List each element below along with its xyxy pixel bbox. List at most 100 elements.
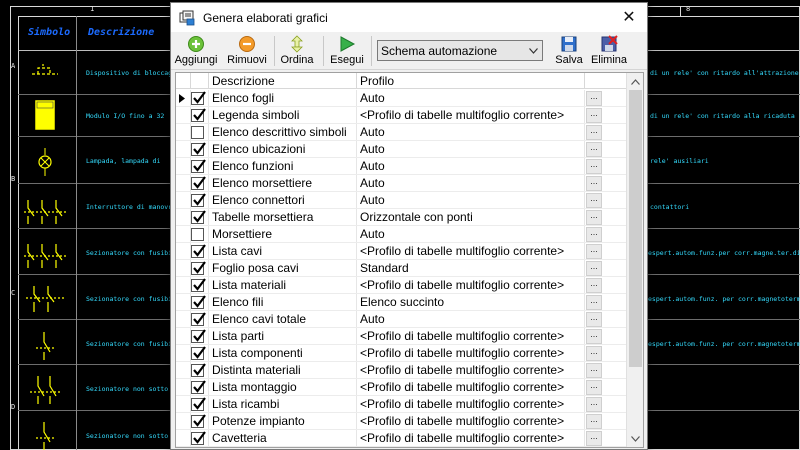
table-row[interactable]: Potenze impianto <Profilo di tabelle mult…	[176, 413, 631, 430]
schema-select[interactable]: Schema automazione	[377, 40, 543, 61]
scrollbar-thumb[interactable]	[629, 90, 642, 367]
profile-browse-button[interactable]: ...	[586, 142, 602, 157]
save-button[interactable]: Salva	[553, 35, 585, 68]
table-row[interactable]: Legenda simboli <Profilo di tabelle multi…	[176, 107, 631, 124]
add-button[interactable]: Aggiungi	[175, 35, 217, 68]
scroll-down-icon[interactable]	[627, 430, 643, 447]
column-header-description[interactable]: Descrizione	[212, 74, 275, 88]
table-row[interactable]: Lista montaggio <Profilo di tabelle multi…	[176, 379, 631, 396]
row-checkbox[interactable]	[191, 261, 206, 275]
profile-browse-button[interactable]: ...	[586, 91, 602, 106]
table-row[interactable]: Elenco descrittivo simboli Auto...	[176, 124, 631, 141]
profile-browse-button[interactable]: ...	[586, 346, 602, 361]
profile-browse-button[interactable]: ...	[586, 193, 602, 208]
row-checkbox[interactable]	[191, 142, 206, 156]
table-row[interactable]: Cavetteria <Profilo di tabelle multifogli…	[176, 430, 631, 447]
row-checkbox[interactable]	[191, 346, 206, 360]
row-profile[interactable]: Auto	[360, 176, 385, 190]
row-checkbox[interactable]	[191, 278, 206, 292]
table-row[interactable]: Elenco morsettiere Auto...	[176, 175, 631, 192]
row-checkbox[interactable]	[191, 210, 206, 224]
profile-browse-button[interactable]: ...	[586, 431, 602, 446]
profile-browse-button[interactable]: ...	[586, 176, 602, 191]
table-row[interactable]: Distinta materiali <Profilo di tabelle mu…	[176, 362, 631, 379]
remove-button[interactable]: Rimuovi	[226, 35, 268, 68]
dialog-titlebar[interactable]: Genera elaborati grafici ✕	[171, 3, 647, 32]
vertical-scrollbar[interactable]	[626, 73, 643, 447]
row-profile[interactable]: Orizzontale con ponti	[360, 210, 473, 224]
profile-browse-button[interactable]: ...	[586, 414, 602, 429]
sort-button[interactable]: Ordina	[279, 35, 315, 68]
row-checkbox[interactable]	[191, 176, 206, 190]
row-checkbox[interactable]	[191, 228, 204, 241]
table-row[interactable]: Lista cavi <Profilo di tabelle multifogli…	[176, 243, 631, 260]
row-checkbox[interactable]	[191, 126, 204, 139]
reports-grid[interactable]: Descrizione Profilo Elenco fogli Auto... L…	[175, 72, 644, 448]
table-row[interactable]: Lista parti <Profilo di tabelle multifogl…	[176, 328, 631, 345]
profile-browse-button[interactable]: ...	[586, 397, 602, 412]
table-row[interactable]: Lista ricambi <Profilo di tabelle multifo…	[176, 396, 631, 413]
row-profile[interactable]: <Profilo di tabelle multifoglio corrente…	[360, 244, 564, 258]
run-button[interactable]: Esegui	[329, 35, 365, 68]
table-row[interactable]: Elenco fili Elenco succinto...	[176, 294, 631, 311]
row-profile[interactable]: Auto	[360, 142, 385, 156]
profile-browse-button[interactable]: ...	[586, 261, 602, 276]
row-profile[interactable]: Elenco succinto	[360, 295, 444, 309]
row-profile[interactable]: <Profilo di tabelle multifoglio corrente…	[360, 380, 564, 394]
column-header-profile[interactable]: Profilo	[360, 74, 394, 88]
table-row[interactable]: Elenco ubicazioni Auto...	[176, 141, 631, 158]
profile-browse-button[interactable]: ...	[586, 329, 602, 344]
profile-browse-button[interactable]: ...	[586, 312, 602, 327]
row-checkbox[interactable]	[191, 91, 206, 105]
table-row[interactable]: Morsettiere Auto...	[176, 226, 631, 243]
close-button[interactable]: ✕	[619, 7, 639, 27]
row-profile[interactable]: Auto	[360, 125, 385, 139]
row-profile[interactable]: <Profilo di tabelle multifoglio corrente…	[360, 108, 564, 122]
profile-browse-button[interactable]: ...	[586, 380, 602, 395]
row-checkbox[interactable]	[191, 380, 206, 394]
profile-browse-button[interactable]: ...	[586, 244, 602, 259]
table-row[interactable]: Tabelle morsettiera Orizzontale con ponti…	[176, 209, 631, 226]
profile-browse-button[interactable]: ...	[586, 125, 602, 140]
chevron-down-icon[interactable]	[525, 41, 542, 60]
row-profile[interactable]: <Profilo di tabelle multifoglio corrente…	[360, 329, 564, 343]
profile-browse-button[interactable]: ...	[586, 278, 602, 293]
row-checkbox[interactable]	[191, 363, 206, 377]
row-profile[interactable]: Auto	[360, 312, 385, 326]
table-row[interactable]: Elenco funzioni Auto...	[176, 158, 631, 175]
row-checkbox[interactable]	[191, 312, 206, 326]
profile-browse-button[interactable]: ...	[586, 363, 602, 378]
table-row[interactable]: Lista componenti <Profilo di tabelle mult…	[176, 345, 631, 362]
table-row[interactable]: Elenco cavi totale Auto...	[176, 311, 631, 328]
row-checkbox[interactable]	[191, 159, 206, 173]
profile-browse-button[interactable]: ...	[586, 210, 602, 225]
scroll-up-icon[interactable]	[627, 73, 643, 90]
table-row[interactable]: Elenco fogli Auto...	[176, 90, 631, 107]
row-profile[interactable]: <Profilo di tabelle multifoglio corrente…	[360, 363, 564, 377]
profile-browse-button[interactable]: ...	[586, 227, 602, 242]
row-checkbox[interactable]	[191, 397, 206, 411]
row-profile[interactable]: Standard	[360, 261, 409, 275]
table-row[interactable]: Lista materiali <Profilo di tabelle multi…	[176, 277, 631, 294]
row-checkbox[interactable]	[191, 414, 206, 428]
row-profile[interactable]: <Profilo di tabelle multifoglio corrente…	[360, 397, 564, 411]
table-row[interactable]: Elenco connettori Auto...	[176, 192, 631, 209]
row-profile[interactable]: <Profilo di tabelle multifoglio corrente…	[360, 346, 564, 360]
row-profile[interactable]: <Profilo di tabelle multifoglio corrente…	[360, 431, 564, 445]
profile-browse-button[interactable]: ...	[586, 295, 602, 310]
row-profile[interactable]: Auto	[360, 193, 385, 207]
row-profile[interactable]: Auto	[360, 91, 385, 105]
profile-browse-button[interactable]: ...	[586, 108, 602, 123]
row-checkbox[interactable]	[191, 193, 206, 207]
row-profile[interactable]: <Profilo di tabelle multifoglio corrente…	[360, 278, 564, 292]
row-checkbox[interactable]	[191, 329, 206, 343]
table-row[interactable]: Foglio posa cavi Standard...	[176, 260, 631, 277]
row-checkbox[interactable]	[191, 431, 206, 445]
row-checkbox[interactable]	[191, 108, 206, 122]
row-checkbox[interactable]	[191, 295, 206, 309]
row-profile[interactable]: Auto	[360, 159, 385, 173]
delete-button[interactable]: Elimina	[589, 35, 629, 68]
row-profile[interactable]: <Profilo di tabelle multifoglio corrente…	[360, 414, 564, 428]
row-profile[interactable]: Auto	[360, 227, 385, 241]
row-checkbox[interactable]	[191, 244, 206, 258]
